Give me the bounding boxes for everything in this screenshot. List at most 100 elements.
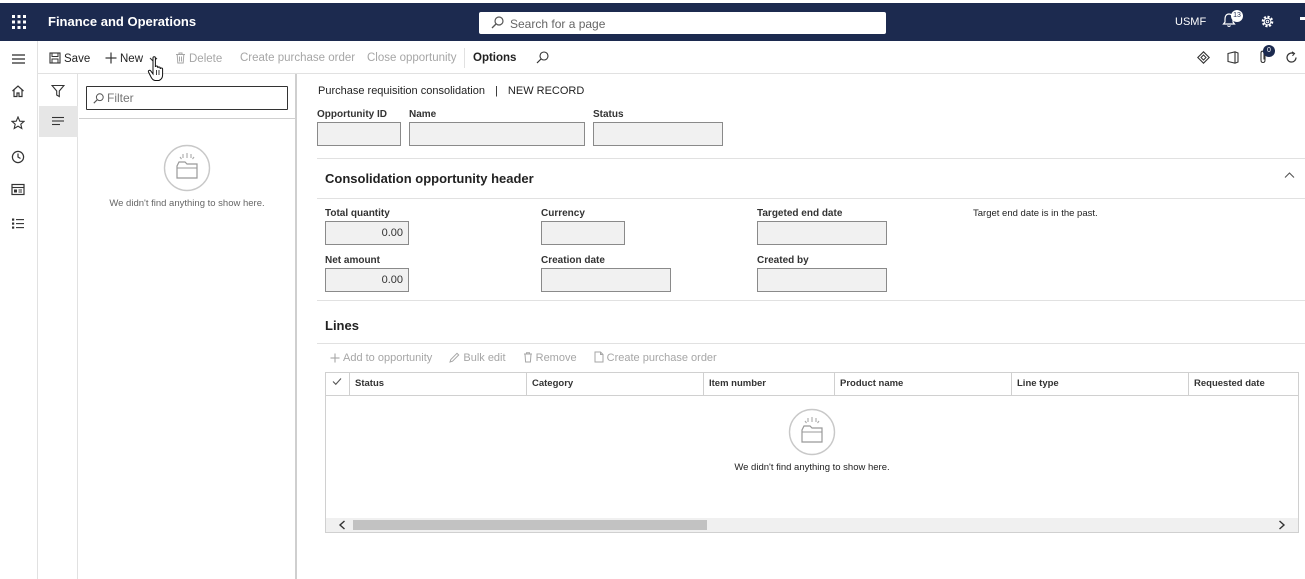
- company-picker[interactable]: USMF: [1175, 16, 1206, 28]
- currency-field[interactable]: [541, 221, 625, 245]
- notification-count-badge: 13: [1231, 10, 1243, 22]
- trash-icon: [176, 52, 185, 64]
- trash-icon: [523, 352, 532, 363]
- net-amount-label: Net amount: [325, 255, 380, 266]
- search-icon: [93, 93, 104, 104]
- attachments-button[interactable]: 0: [1258, 45, 1275, 67]
- hamburger-icon[interactable]: [11, 53, 26, 65]
- header-section-title[interactable]: Consolidation opportunity header: [325, 171, 534, 186]
- lines-create-purchase-order-label: Create purchase order: [606, 352, 717, 364]
- home-icon[interactable]: [11, 84, 25, 98]
- search-icon[interactable]: [536, 51, 549, 64]
- list-icon: [52, 116, 64, 126]
- list-divider: [79, 118, 295, 119]
- office-icon[interactable]: [1227, 51, 1239, 64]
- targeted-end-date-field[interactable]: [757, 221, 887, 245]
- create-purchase-order-button[interactable]: Create purchase order: [240, 52, 355, 64]
- list-icon[interactable]: [11, 217, 25, 230]
- bulk-edit-button[interactable]: Bulk edit: [449, 352, 506, 364]
- page-title: Purchase requisition consolidation: [318, 85, 485, 97]
- plus-icon: [105, 52, 117, 64]
- hand-cursor-icon: [147, 56, 164, 81]
- save-button[interactable]: Save: [49, 52, 90, 65]
- delete-label: Delete: [189, 53, 223, 65]
- action-divider: [464, 48, 465, 68]
- list-empty-state: We didn't find anything to show here.: [79, 144, 295, 209]
- scrollbar-thumb[interactable]: [353, 520, 707, 530]
- search-icon: [491, 16, 504, 29]
- details-pane: Purchase requisition consolidation | NEW…: [297, 74, 1305, 579]
- total-quantity-field[interactable]: 0.00: [325, 221, 409, 245]
- name-label: Name: [409, 109, 437, 120]
- waffle-icon[interactable]: [11, 14, 27, 30]
- created-by-field[interactable]: [757, 268, 887, 292]
- column-header-item-number[interactable]: Item number: [704, 373, 835, 396]
- workspace-icon[interactable]: [11, 183, 25, 196]
- status-field[interactable]: [593, 122, 723, 146]
- remove-label: Remove: [535, 352, 577, 364]
- chevron-up-icon[interactable]: [1284, 171, 1295, 179]
- refresh-icon[interactable]: [1285, 51, 1298, 64]
- empty-folder-icon: [163, 144, 211, 192]
- creation-date-label: Creation date: [541, 255, 605, 266]
- options-tab[interactable]: Options: [473, 52, 516, 64]
- column-header-requested-date[interactable]: Requested date: [1189, 373, 1298, 396]
- list-view-toggle[interactable]: [39, 106, 78, 137]
- lines-grid: Status Category Item number Product name…: [325, 372, 1299, 533]
- gear-icon: [1261, 15, 1274, 28]
- bulk-edit-label: Bulk edit: [463, 352, 506, 364]
- caption-separator: |: [495, 85, 498, 97]
- created-by-label: Created by: [757, 255, 809, 266]
- status-label: Status: [593, 109, 624, 120]
- column-header-line-type[interactable]: Line type: [1012, 373, 1189, 396]
- grid-header: Status Category Item number Product name…: [326, 373, 1298, 396]
- scroll-left-arrow-icon[interactable]: [338, 520, 346, 530]
- close-opportunity-button[interactable]: Close opportunity: [367, 52, 457, 64]
- column-header-category[interactable]: Category: [527, 373, 704, 396]
- lines-section-header: Lines: [317, 306, 1305, 344]
- header-divider: [317, 198, 1305, 199]
- new-label: New: [120, 53, 144, 65]
- settings-button[interactable]: [1260, 14, 1275, 32]
- name-field[interactable]: [409, 122, 585, 146]
- targeted-end-date-label: Targeted end date: [757, 208, 843, 219]
- filter-icon[interactable]: [51, 84, 65, 98]
- select-all-checkbox[interactable]: [326, 373, 350, 396]
- app-title[interactable]: Finance and Operations: [48, 14, 196, 29]
- add-to-opportunity-button[interactable]: Add to opportunity: [330, 352, 432, 364]
- creation-date-field[interactable]: [541, 268, 671, 292]
- list-empty-text: We didn't find anything to show here.: [109, 198, 265, 209]
- record-state: NEW RECORD: [507, 85, 585, 97]
- net-amount-field[interactable]: 0.00: [325, 268, 409, 292]
- add-to-opportunity-label: Add to opportunity: [343, 352, 433, 364]
- diamond-icon[interactable]: [1197, 51, 1210, 64]
- top-bar: Finance and Operations Search for a page…: [0, 3, 1305, 41]
- column-header-status[interactable]: Status: [350, 373, 527, 396]
- remove-button[interactable]: Remove: [523, 352, 577, 364]
- horizontal-scrollbar[interactable]: [326, 518, 1298, 532]
- plus-icon: [330, 353, 340, 363]
- filter-input[interactable]: [107, 90, 277, 106]
- column-header-product-name[interactable]: Product name: [835, 373, 1012, 396]
- notifications-button[interactable]: 13: [1222, 10, 1243, 31]
- action-pane: Save New Delete Create purchase order Cl…: [38, 41, 1305, 74]
- search-placeholder: Search for a page: [510, 17, 606, 31]
- navigation-bar: [0, 41, 38, 579]
- save-icon: [49, 52, 61, 64]
- empty-folder-icon: [788, 408, 836, 456]
- edit-icon: [449, 352, 460, 363]
- clock-icon[interactable]: [11, 150, 25, 164]
- page-search-box[interactable]: Search for a page: [479, 12, 886, 34]
- opportunity-id-field[interactable]: [317, 122, 401, 146]
- opportunity-id-label: Opportunity ID: [317, 109, 387, 120]
- lines-section-title[interactable]: Lines: [325, 318, 359, 333]
- delete-button[interactable]: Delete: [175, 52, 222, 65]
- lines-create-purchase-order-button[interactable]: Create purchase order: [594, 351, 717, 364]
- list-pane: We didn't find anything to show here.: [39, 74, 297, 579]
- filter-input-box[interactable]: [86, 86, 288, 110]
- lines-toolbar: Add to opportunity Bulk edit Remove Crea…: [330, 351, 731, 367]
- scroll-right-arrow-icon[interactable]: [1278, 520, 1286, 530]
- grid-empty-text: We didn't find anything to show here.: [734, 462, 890, 473]
- attachment-count-badge: 0: [1263, 45, 1275, 57]
- star-icon[interactable]: [11, 116, 25, 130]
